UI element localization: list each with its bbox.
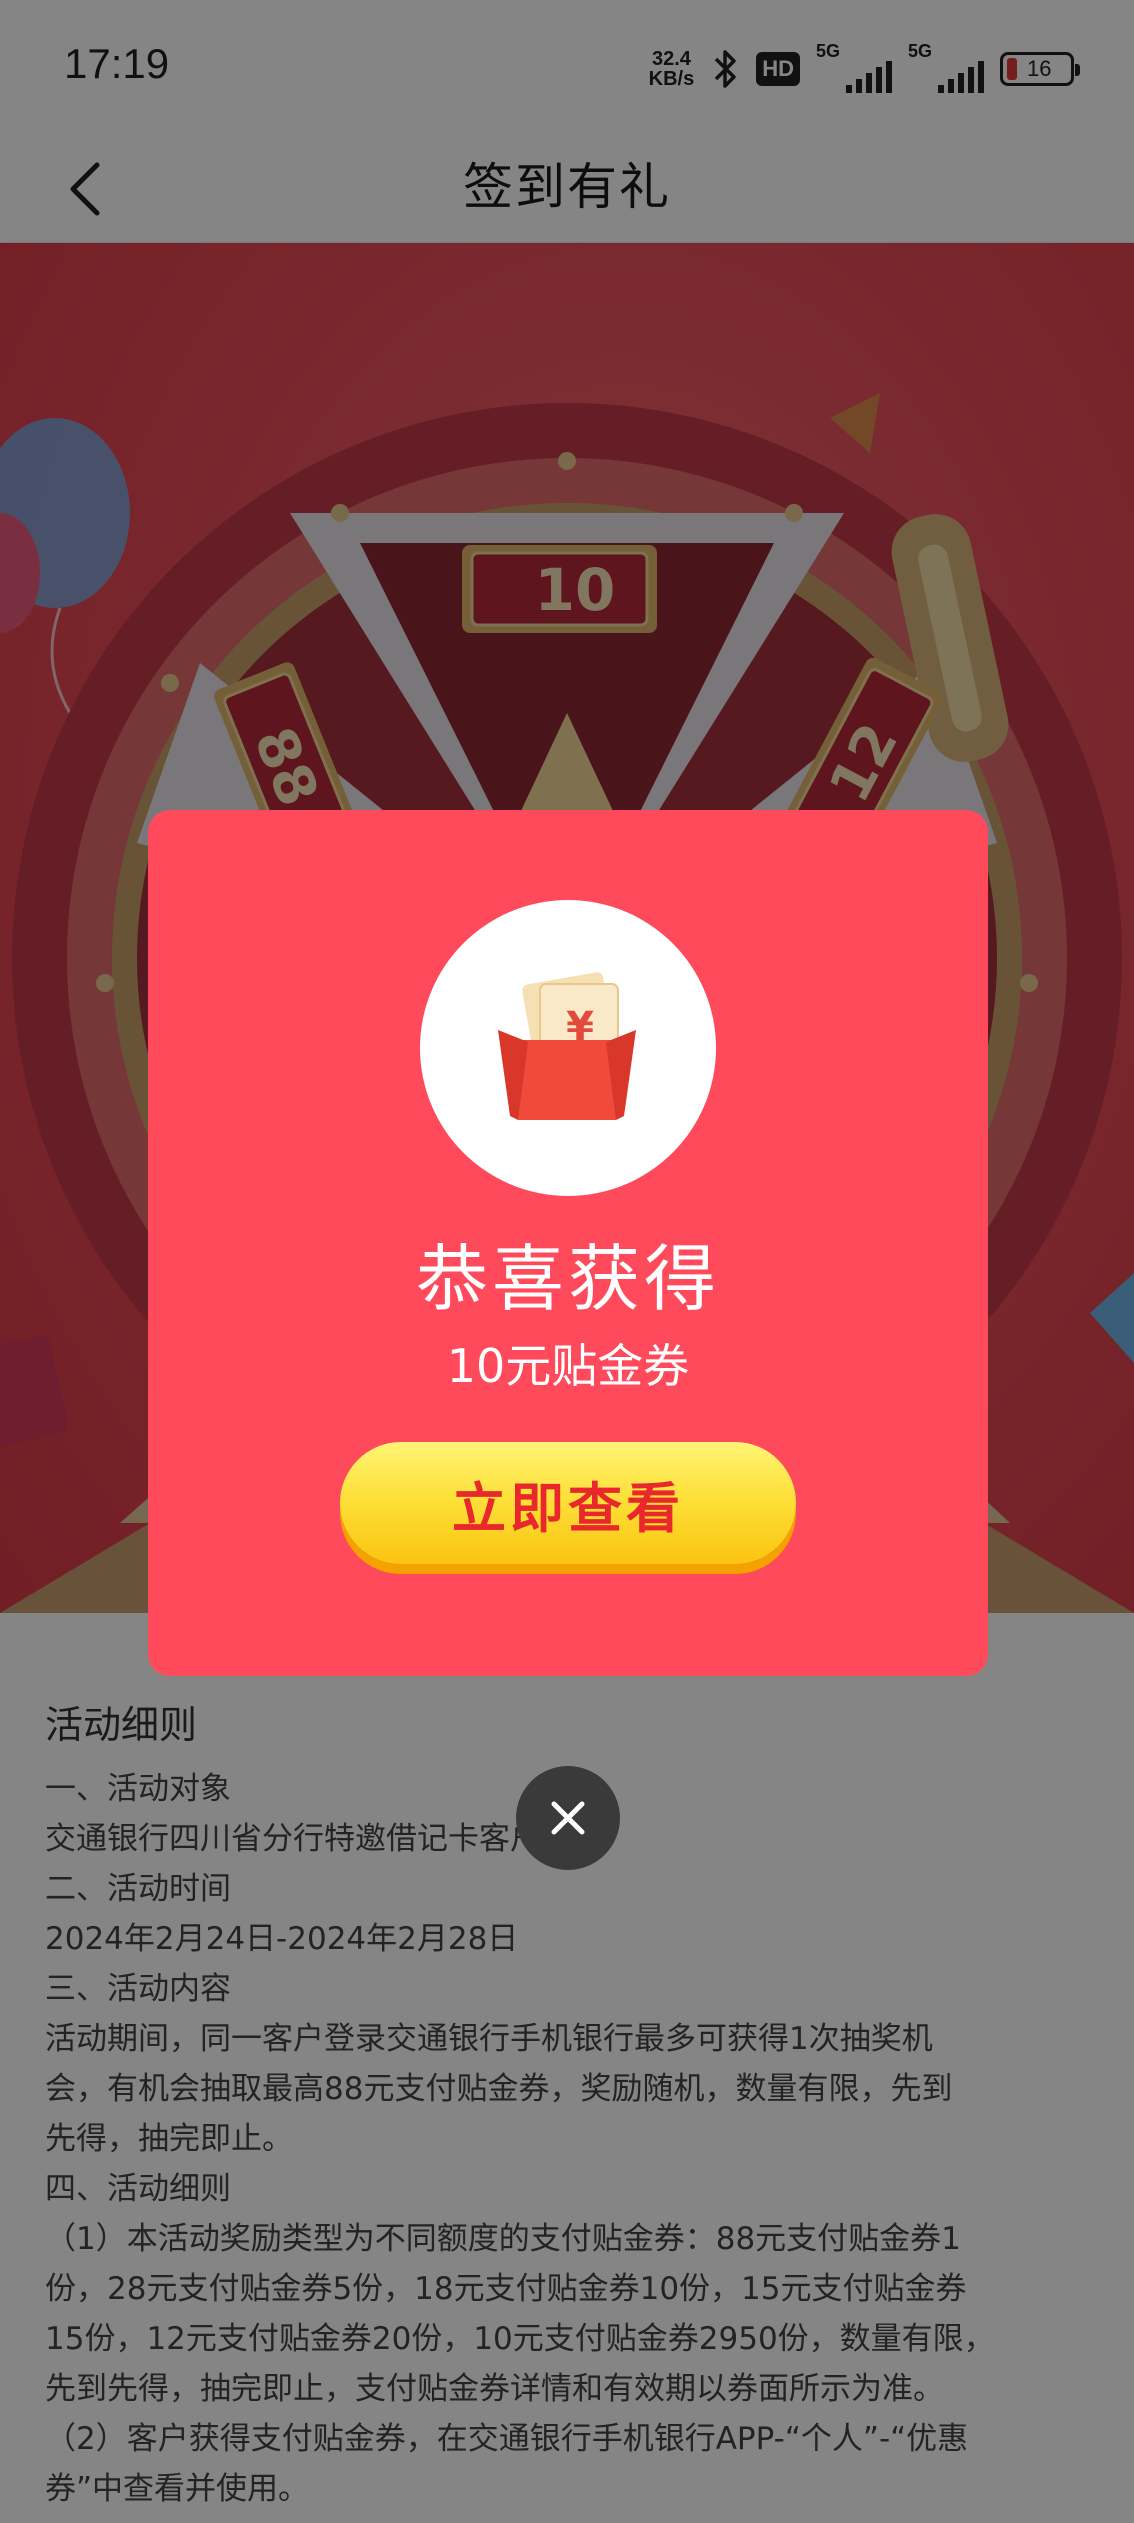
view-now-button[interactable]: 立即查看 <box>340 1442 796 1564</box>
prize-modal: ¥ 恭喜获得 10元贴金券 立即查看 <box>148 810 988 1676</box>
close-button[interactable] <box>516 1766 620 1870</box>
modal-title: 恭喜获得 <box>415 1237 720 1321</box>
red-envelope-coupon-icon: ¥ <box>498 972 636 1120</box>
prize-icon-container: ¥ <box>420 900 716 1196</box>
close-icon <box>551 1801 585 1835</box>
prize-description: 10元贴金券 <box>446 1339 690 1393</box>
